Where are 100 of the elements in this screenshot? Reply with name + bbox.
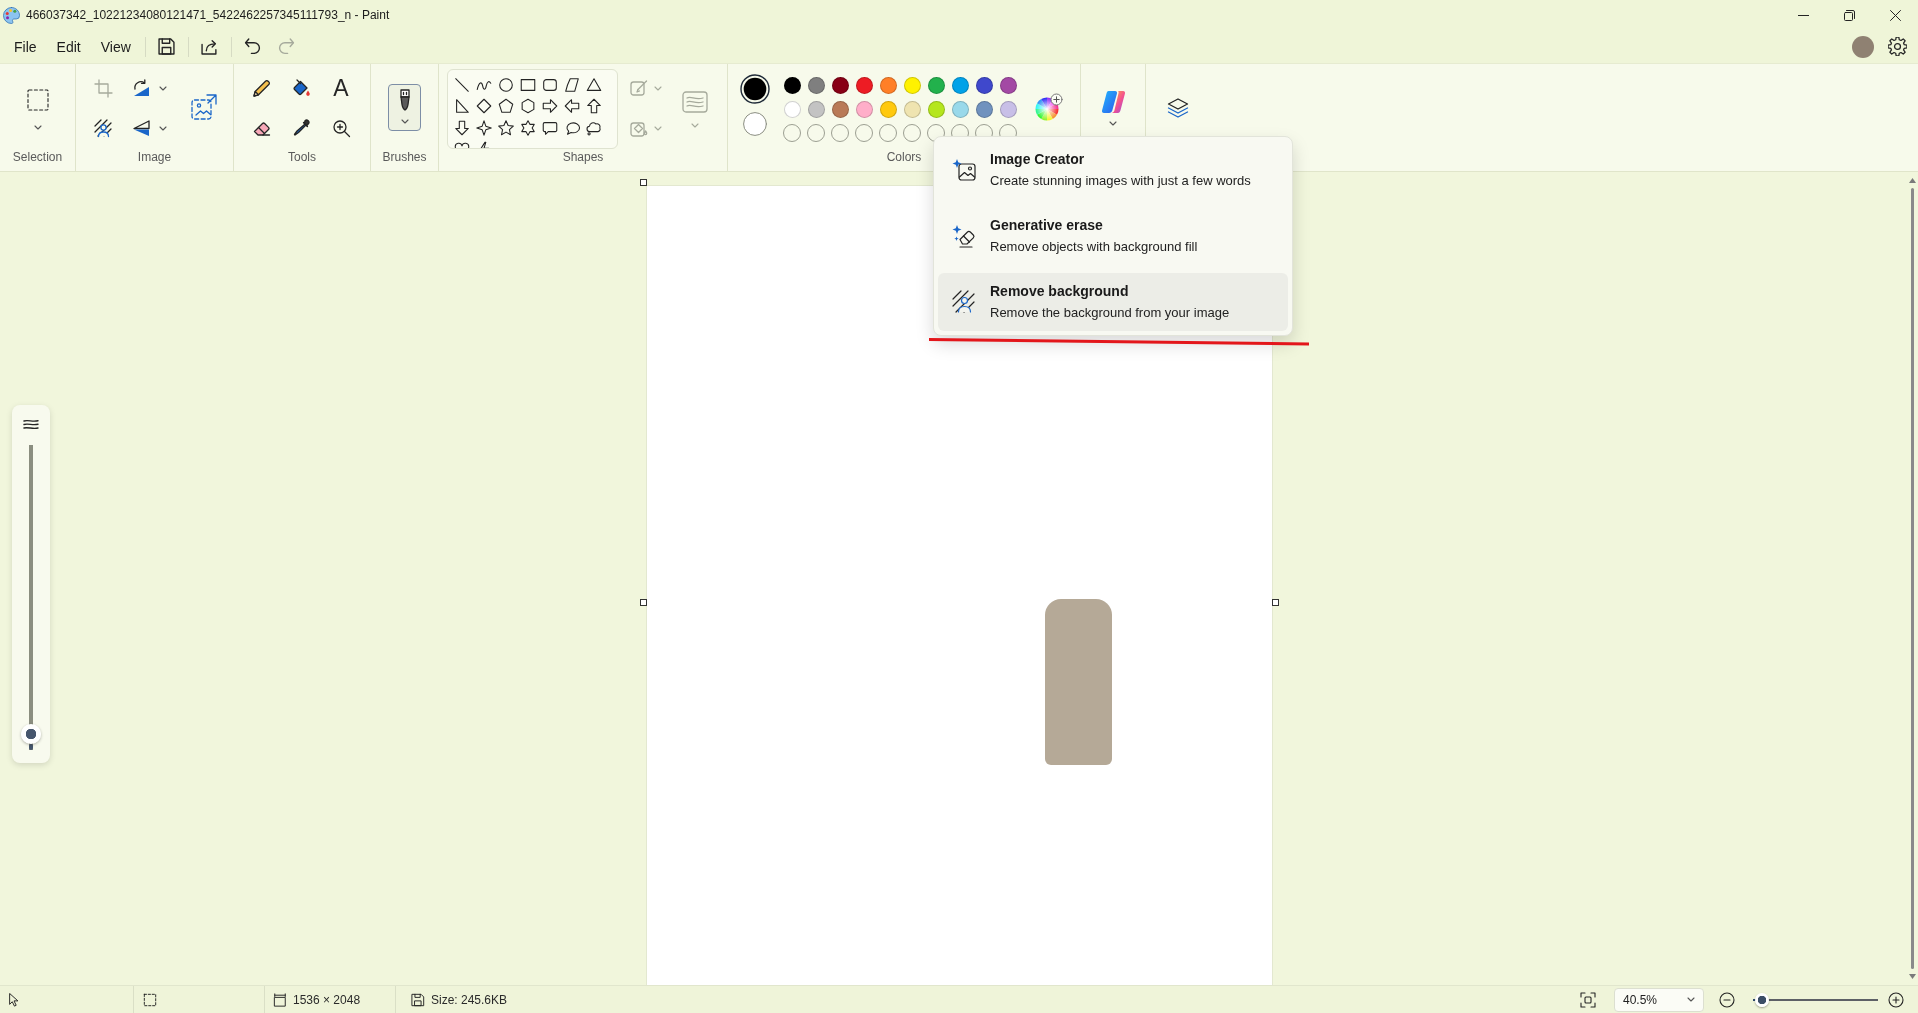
down-arrow-shape-icon[interactable] <box>453 118 471 137</box>
chevron-down-icon[interactable] <box>158 125 167 131</box>
group-label: Image <box>137 150 172 165</box>
text-tool-button[interactable]: A <box>331 76 351 100</box>
color-swatch[interactable] <box>927 100 945 118</box>
slider-thumb[interactable] <box>1755 992 1770 1007</box>
paint-bucket-icon[interactable] <box>291 78 311 98</box>
menu-button[interactable]: View <box>90 33 141 60</box>
rotate-icon[interactable] <box>131 78 151 98</box>
magnifier-icon[interactable] <box>331 118 351 138</box>
brush-size-icon <box>23 419 39 431</box>
resize-handle[interactable] <box>639 179 647 186</box>
group-label: Selection <box>12 150 63 165</box>
flip-icon[interactable] <box>131 118 151 138</box>
brushes-button[interactable] <box>388 84 421 131</box>
oval-shape-icon[interactable] <box>497 75 515 94</box>
right-triangle-shape-icon[interactable] <box>453 97 471 116</box>
right-arrow-shape-icon[interactable] <box>541 97 559 116</box>
chevron-down-icon[interactable] <box>400 119 409 124</box>
menu-item-title: Remove background <box>990 282 1130 300</box>
color-wheel-icon[interactable] <box>1035 93 1063 121</box>
color-swatch[interactable] <box>903 100 921 118</box>
secondary-color-swatch[interactable] <box>743 112 767 136</box>
settings-icon[interactable] <box>1887 37 1907 56</box>
line-shape-icon[interactable] <box>453 75 471 94</box>
color-swatch[interactable] <box>783 100 801 118</box>
background-removal-icon[interactable] <box>93 118 113 138</box>
four-point-star-shape-icon[interactable] <box>475 118 493 137</box>
pencil-icon[interactable] <box>251 78 271 98</box>
color-swatch[interactable] <box>855 100 873 118</box>
color-swatch[interactable] <box>927 76 945 94</box>
chevron-down-icon[interactable] <box>1687 997 1695 1002</box>
menu-item[interactable]: Remove background Remove the background from your image <box>938 273 1288 331</box>
group-label: Colors <box>886 150 922 165</box>
color-swatch[interactable] <box>951 76 969 94</box>
resize-handle[interactable] <box>1271 599 1279 606</box>
color-swatch[interactable] <box>951 100 969 118</box>
resize-handle[interactable] <box>639 599 647 606</box>
minimize-icon[interactable] <box>1797 14 1809 16</box>
chevron-down-icon[interactable] <box>33 125 42 130</box>
color-swatch[interactable] <box>999 76 1017 94</box>
pointer-icon <box>7 992 21 1007</box>
color-swatch[interactable] <box>999 100 1017 118</box>
zoom-out-icon[interactable] <box>1719 992 1735 1009</box>
color-swatch[interactable] <box>855 76 873 94</box>
diamond-shape-icon[interactable] <box>475 97 493 116</box>
zoom-dropdown[interactable]: 40.5% <box>1614 987 1704 1012</box>
triangle-shape-icon[interactable] <box>585 75 603 94</box>
heart-shape-icon[interactable] <box>453 140 471 148</box>
color-swatch[interactable] <box>903 76 921 94</box>
selection-size-icon <box>143 992 157 1007</box>
share-icon[interactable] <box>201 38 219 55</box>
generative-erase-icon <box>952 224 976 248</box>
fit-to-window-icon[interactable] <box>1580 991 1596 1008</box>
five-point-star-shape-icon[interactable] <box>497 118 515 137</box>
six-point-star-shape-icon[interactable] <box>519 118 537 137</box>
image-creator-icon <box>952 158 976 182</box>
scroll-down-arrow-icon[interactable] <box>1908 974 1916 979</box>
chevron-down-icon[interactable] <box>158 85 167 91</box>
dashed-selection-icon[interactable] <box>26 89 49 111</box>
menu-button[interactable]: Edit <box>46 33 91 60</box>
canvas-size-icon <box>273 992 287 1007</box>
color-swatch[interactable] <box>975 100 993 118</box>
close-icon[interactable] <box>1889 9 1901 21</box>
save-icon[interactable] <box>158 38 176 55</box>
menu-item-description: Create stunning images with just a few words <box>990 172 1251 190</box>
color-swatch[interactable] <box>831 100 849 118</box>
scrollbar-thumb[interactable] <box>1910 188 1914 969</box>
menu-item[interactable]: Image Creator Create stunning images with just a few words <box>938 141 1288 199</box>
background-removal-icon <box>952 290 976 314</box>
left-arrow-shape-icon[interactable] <box>563 97 581 116</box>
zoom-in-icon[interactable] <box>1888 992 1904 1009</box>
color-swatch[interactable] <box>807 100 825 118</box>
primary-color-swatch[interactable] <box>740 74 770 104</box>
resize-image-icon[interactable] <box>191 94 217 120</box>
file-size-icon <box>411 992 425 1007</box>
hexagon-shape-icon[interactable] <box>519 97 537 116</box>
layers-icon[interactable] <box>1167 98 1189 118</box>
copilot-icon[interactable] <box>1100 90 1126 114</box>
color-swatch[interactable] <box>879 100 897 118</box>
color-picker-icon[interactable] <box>291 118 311 138</box>
user-avatar[interactable] <box>1852 35 1874 58</box>
slider-thumb[interactable] <box>21 724 41 745</box>
polygon-shape-icon[interactable] <box>563 75 581 94</box>
scroll-up-arrow-icon[interactable] <box>1908 178 1916 183</box>
color-swatch[interactable] <box>975 76 993 94</box>
up-arrow-shape-icon[interactable] <box>585 97 603 116</box>
color-swatch[interactable] <box>807 76 825 94</box>
menu-item-description: Remove objects with background fill <box>990 238 1198 256</box>
chevron-down-icon[interactable] <box>1109 121 1117 126</box>
color-swatch[interactable] <box>783 76 801 94</box>
undo-icon[interactable] <box>244 38 262 55</box>
menu-button[interactable]: File <box>4 33 47 60</box>
group-label: Tools <box>288 150 316 165</box>
color-swatch[interactable] <box>831 76 849 94</box>
pentagon-shape-icon[interactable] <box>497 97 515 116</box>
color-swatch[interactable] <box>879 76 897 94</box>
menu-item[interactable]: Generative erase Remove objects with background fill <box>938 207 1288 265</box>
restore-icon[interactable] <box>1843 9 1855 21</box>
group-label: Brushes <box>382 150 427 165</box>
